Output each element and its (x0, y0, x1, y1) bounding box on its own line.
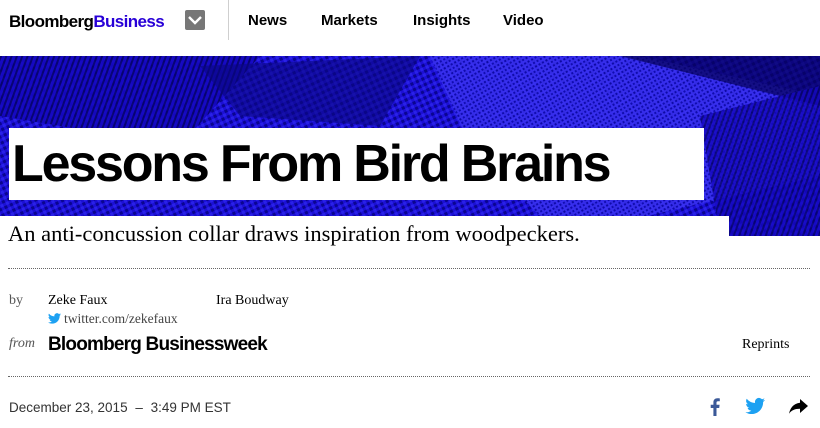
share-more-button[interactable] (786, 394, 810, 418)
article-headline: Lessons From Bird Brains (12, 135, 612, 193)
share-arrow-icon (789, 399, 808, 414)
divider-bottom (8, 376, 810, 377)
publish-time: 3:49 PM EST (150, 400, 231, 415)
logo-part-bloomberg: Bloomberg (9, 12, 94, 31)
article-dateline: December 23, 2015 – 3:49 PM EST (9, 400, 231, 415)
twitter-bird-icon (48, 313, 61, 324)
author-ira-boudway[interactable]: Ira Boudway (216, 293, 289, 309)
publication-name[interactable]: Bloomberg Businessweek (48, 334, 268, 356)
nav-video[interactable]: Video (503, 12, 544, 30)
from-label: from (9, 336, 35, 351)
facebook-icon (710, 398, 720, 416)
logo-part-business: Business (93, 12, 165, 31)
nav-insights[interactable]: Insights (413, 12, 471, 30)
menu-toggle-button[interactable] (185, 10, 205, 30)
twitter-icon (745, 397, 765, 415)
twitter-handle: twitter.com/zekefaux (64, 311, 178, 326)
byline-by-label: by (9, 293, 23, 308)
bloomberg-business-logo[interactable]: BloombergBusiness (9, 12, 165, 32)
author-zeke-faux[interactable]: Zeke Faux (48, 293, 107, 309)
top-nav: BloombergBusiness News Markets Insights … (0, 0, 820, 56)
author-twitter-link[interactable]: twitter.com/zekefaux (48, 311, 178, 327)
date-separator: – (135, 400, 143, 415)
divider-top (8, 268, 810, 269)
reprints-link[interactable]: Reprints (742, 337, 789, 353)
facebook-share-button[interactable] (703, 394, 727, 418)
nav-markets[interactable]: Markets (321, 12, 378, 30)
chevron-down-icon (188, 16, 202, 25)
twitter-share-button[interactable] (743, 394, 767, 418)
publish-date: December 23, 2015 (9, 400, 128, 415)
article-dek: An anti-concussion collar draws inspirat… (8, 221, 580, 246)
nav-news[interactable]: News (248, 12, 287, 30)
nav-divider (228, 0, 229, 40)
